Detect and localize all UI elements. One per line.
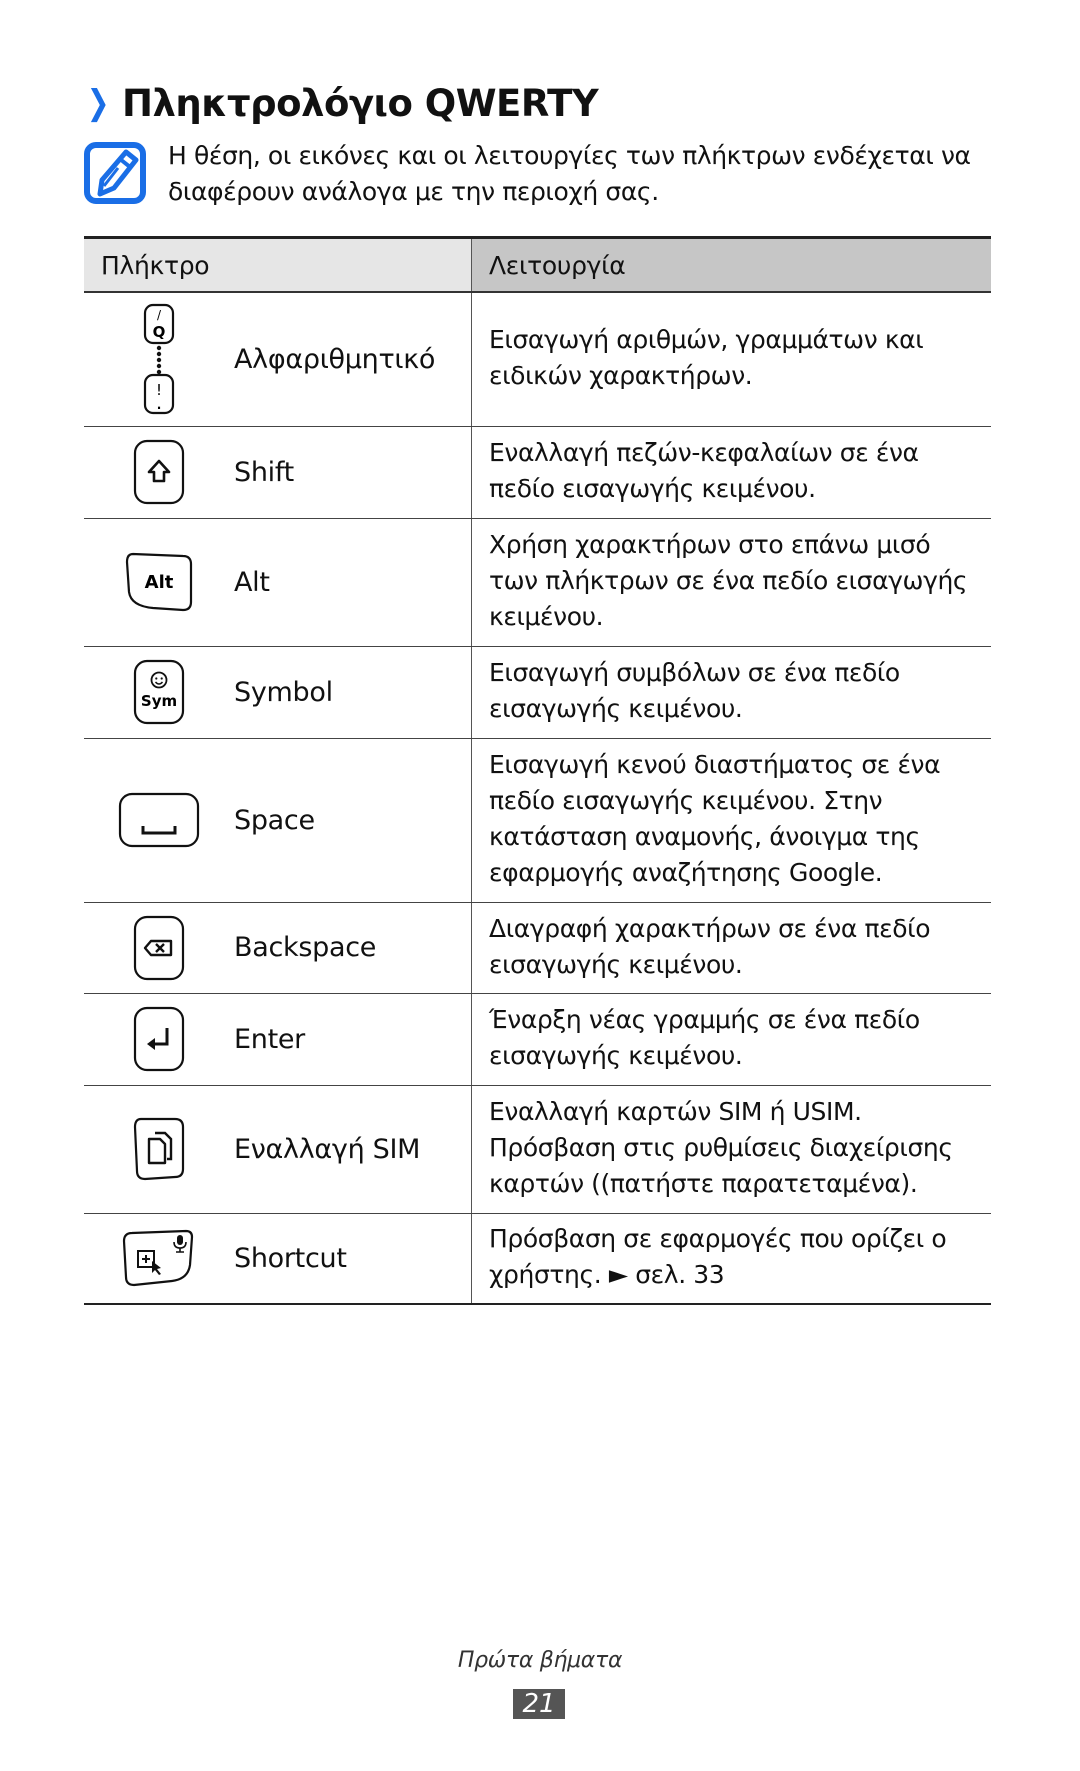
chevron-right-icon: ❯ (86, 83, 110, 123)
note-box: Η θέση, οι εικόνες και οι λειτουργίες τω… (84, 138, 994, 210)
footer-section-title: Πρώτα βήματα (457, 1648, 623, 1673)
function-text: Διαγραφή χαρακτήρων σε ένα πεδίο εισαγωγ… (471, 902, 991, 994)
enter-key-icon (133, 1006, 185, 1072)
table-row: Alt Alt Χρήση χαρακτήρων στο επάνω μισό … (84, 518, 991, 647)
table-row: Shift Εναλλαγή πεζών-κεφαλαίων σε ένα πε… (84, 426, 991, 519)
function-text: Χρήση χαρακτήρων στο επάνω μισό των πλήκ… (471, 518, 991, 647)
table-row: / Q ! . Αλφαριθμητικό Εισαγωγή αριθμών, … (84, 292, 991, 427)
svg-text:/: / (157, 308, 162, 322)
page-number: 21 (513, 1689, 565, 1719)
key-label: Alt (234, 566, 270, 598)
key-label: Shift (234, 456, 294, 488)
table-row: Shortcut Πρόσβαση σε εφαρμογές που ορίζε… (84, 1213, 991, 1305)
function-text: Εισαγωγή αριθμών, γραμμάτων και ειδικών … (471, 292, 991, 427)
symbol-key-icon: Sym (133, 659, 185, 725)
table-row: Backspace Διαγραφή χαρακτήρων σε ένα πεδ… (84, 902, 991, 994)
keys-table: Πλήκτρο Λειτουργία / Q ! . Αλφαριθμητικό… (84, 236, 991, 1305)
function-text: Εισαγωγή κενού διαστήματος σε ένα πεδίο … (471, 738, 991, 903)
page-title-text: Πληκτρολόγιο QWERTY (122, 81, 599, 125)
function-text: Έναρξη νέας γραμμής σε ένα πεδίο εισαγωγ… (471, 993, 991, 1086)
page-title: ❯ Πληκτρολόγιο QWERTY (84, 78, 599, 128)
svg-text:Q: Q (153, 323, 166, 341)
space-key-icon (118, 792, 200, 848)
svg-text:!: ! (156, 381, 162, 399)
backspace-key-icon (133, 915, 185, 980)
alt-key-icon: Alt (125, 552, 193, 612)
key-label: Backspace (234, 932, 377, 963)
key-label: Symbol (234, 676, 333, 708)
shortcut-key-icon (122, 1230, 194, 1287)
alphanumeric-key-icon: / Q ! . (143, 304, 175, 415)
note-text: Η θέση, οι εικόνες και οι λειτουργίες τω… (168, 141, 971, 206)
function-text: Εναλλαγή καρτών SIM ή USIM. Πρόσβαση στι… (471, 1085, 991, 1214)
table-row: Enter Έναρξη νέας γραμμής σε ένα πεδίο ε… (84, 993, 991, 1086)
table-row: Εναλλαγή SIM Εναλλαγή καρτών SIM ή USIM.… (84, 1085, 991, 1214)
svg-text:.: . (157, 398, 162, 412)
key-label: Shortcut (234, 1242, 347, 1274)
function-text: Εισαγωγή συμβόλων σε ένα πεδίο εισαγωγής… (471, 646, 991, 739)
sim-switch-key-icon (133, 1117, 185, 1181)
svg-text:Alt: Alt (145, 572, 174, 593)
key-label: Enter (234, 1023, 305, 1055)
shift-key-icon (133, 439, 185, 505)
svg-text:Sym: Sym (141, 692, 177, 710)
table-header-row: Πλήκτρο Λειτουργία (84, 236, 991, 293)
header-key: Πλήκτρο (84, 236, 472, 293)
key-label: Space (234, 804, 315, 836)
header-function: Λειτουργία (471, 236, 991, 293)
key-label: Αλφαριθμητικό (234, 343, 436, 375)
key-label: Εναλλαγή SIM (234, 1133, 421, 1165)
table-row: Sym Symbol Εισαγωγή συμβόλων σε ένα πεδί… (84, 646, 991, 739)
function-text: Πρόσβαση σε εφαρμογές που ορίζει ο χρήστ… (471, 1213, 991, 1305)
note-pencil-icon (84, 142, 146, 204)
function-text: Εναλλαγή πεζών-κεφαλαίων σε ένα πεδίο ει… (471, 426, 991, 519)
table-row: Space Εισαγωγή κενού διαστήματος σε ένα … (84, 738, 991, 903)
